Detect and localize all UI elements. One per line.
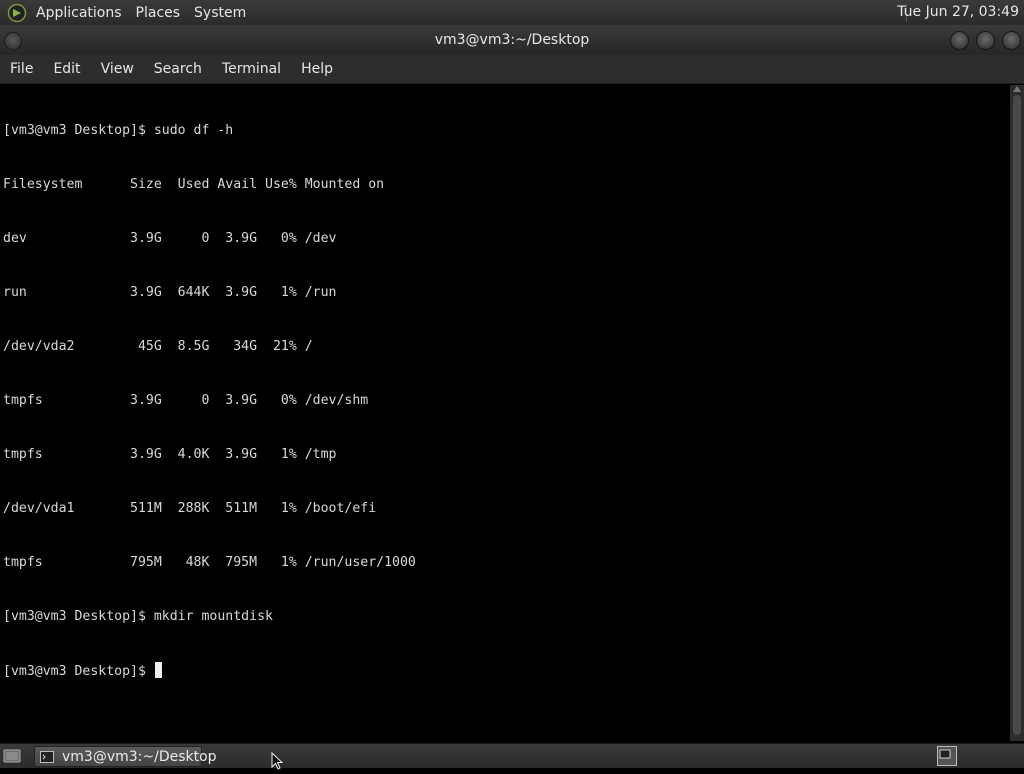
terminal-line: run 3.9G 644K 3.9G 1% /run xyxy=(3,285,337,300)
scroll-up-icon[interactable] xyxy=(1013,86,1021,92)
terminal-line: dev 3.9G 0 3.9G 0% /dev xyxy=(3,231,337,246)
window-titlebar[interactable]: vm3@vm3:~/Desktop xyxy=(0,25,1024,55)
taskbar-terminal-button[interactable]: vm3@vm3:~/Desktop xyxy=(34,746,217,767)
menu-terminal[interactable]: Terminal xyxy=(212,61,291,77)
top-panel: Applications Places System Tue Jun 27, 0… xyxy=(0,0,1024,25)
minimize-icon[interactable] xyxy=(950,31,969,50)
scrollbar-thumb[interactable] xyxy=(1013,95,1021,735)
mouse-pointer-icon xyxy=(271,751,284,770)
terminal-line: tmpfs 3.9G 4.0K 3.9G 1% /tmp xyxy=(3,447,337,462)
applications-menu[interactable]: Applications xyxy=(36,5,122,21)
menu-search[interactable]: Search xyxy=(144,61,212,77)
workspace-switcher-icon[interactable] xyxy=(937,746,957,766)
terminal-line: tmpfs 795M 48K 795M 1% /run/user/1000 xyxy=(3,555,416,570)
mate-logo-icon[interactable] xyxy=(6,2,28,24)
terminal-line: [vm3@vm3 Desktop]$ sudo df -h xyxy=(3,123,234,138)
terminal-line: Filesystem Size Used Avail Use% Mounted … xyxy=(3,177,385,192)
menu-file[interactable]: File xyxy=(0,61,43,77)
show-desktop-icon[interactable] xyxy=(3,748,21,764)
terminal-icon xyxy=(40,750,54,763)
taskbar-terminal-label: vm3@vm3:~/Desktop xyxy=(62,748,217,765)
terminal-prompt-line[interactable]: [vm3@vm3 Desktop]$ xyxy=(3,662,1010,680)
close-icon[interactable] xyxy=(1002,31,1021,50)
menu-edit[interactable]: Edit xyxy=(43,61,90,77)
places-menu[interactable]: Places xyxy=(136,5,181,21)
terminal-line: /dev/vda2 45G 8.5G 34G 21% / xyxy=(3,339,313,354)
clock[interactable]: Tue Jun 27, 03:49 xyxy=(897,4,1019,20)
terminal-line: tmpfs 3.9G 0 3.9G 0% /dev/shm xyxy=(3,393,369,408)
terminal-prompt: [vm3@vm3 Desktop]$ xyxy=(3,664,154,679)
window-title: vm3@vm3:~/Desktop xyxy=(434,32,590,48)
terminal-menubar: File Edit View Search Terminal Help xyxy=(0,55,1024,84)
terminal-line: [vm3@vm3 Desktop]$ mkdir mountdisk xyxy=(3,609,273,624)
menu-help[interactable]: Help xyxy=(291,61,343,77)
terminal-output[interactable]: [vm3@vm3 Desktop]$ sudo df -h Filesystem… xyxy=(0,85,1010,741)
system-menu[interactable]: System xyxy=(194,5,246,21)
terminal-scrollbar[interactable] xyxy=(1010,85,1024,741)
terminal-line: /dev/vda1 511M 288K 511M 1% /boot/efi xyxy=(3,501,377,516)
menu-view[interactable]: View xyxy=(91,61,144,77)
bottom-panel: vm3@vm3:~/Desktop xyxy=(0,743,1024,768)
text-cursor xyxy=(154,662,162,678)
maximize-icon[interactable] xyxy=(976,31,995,50)
